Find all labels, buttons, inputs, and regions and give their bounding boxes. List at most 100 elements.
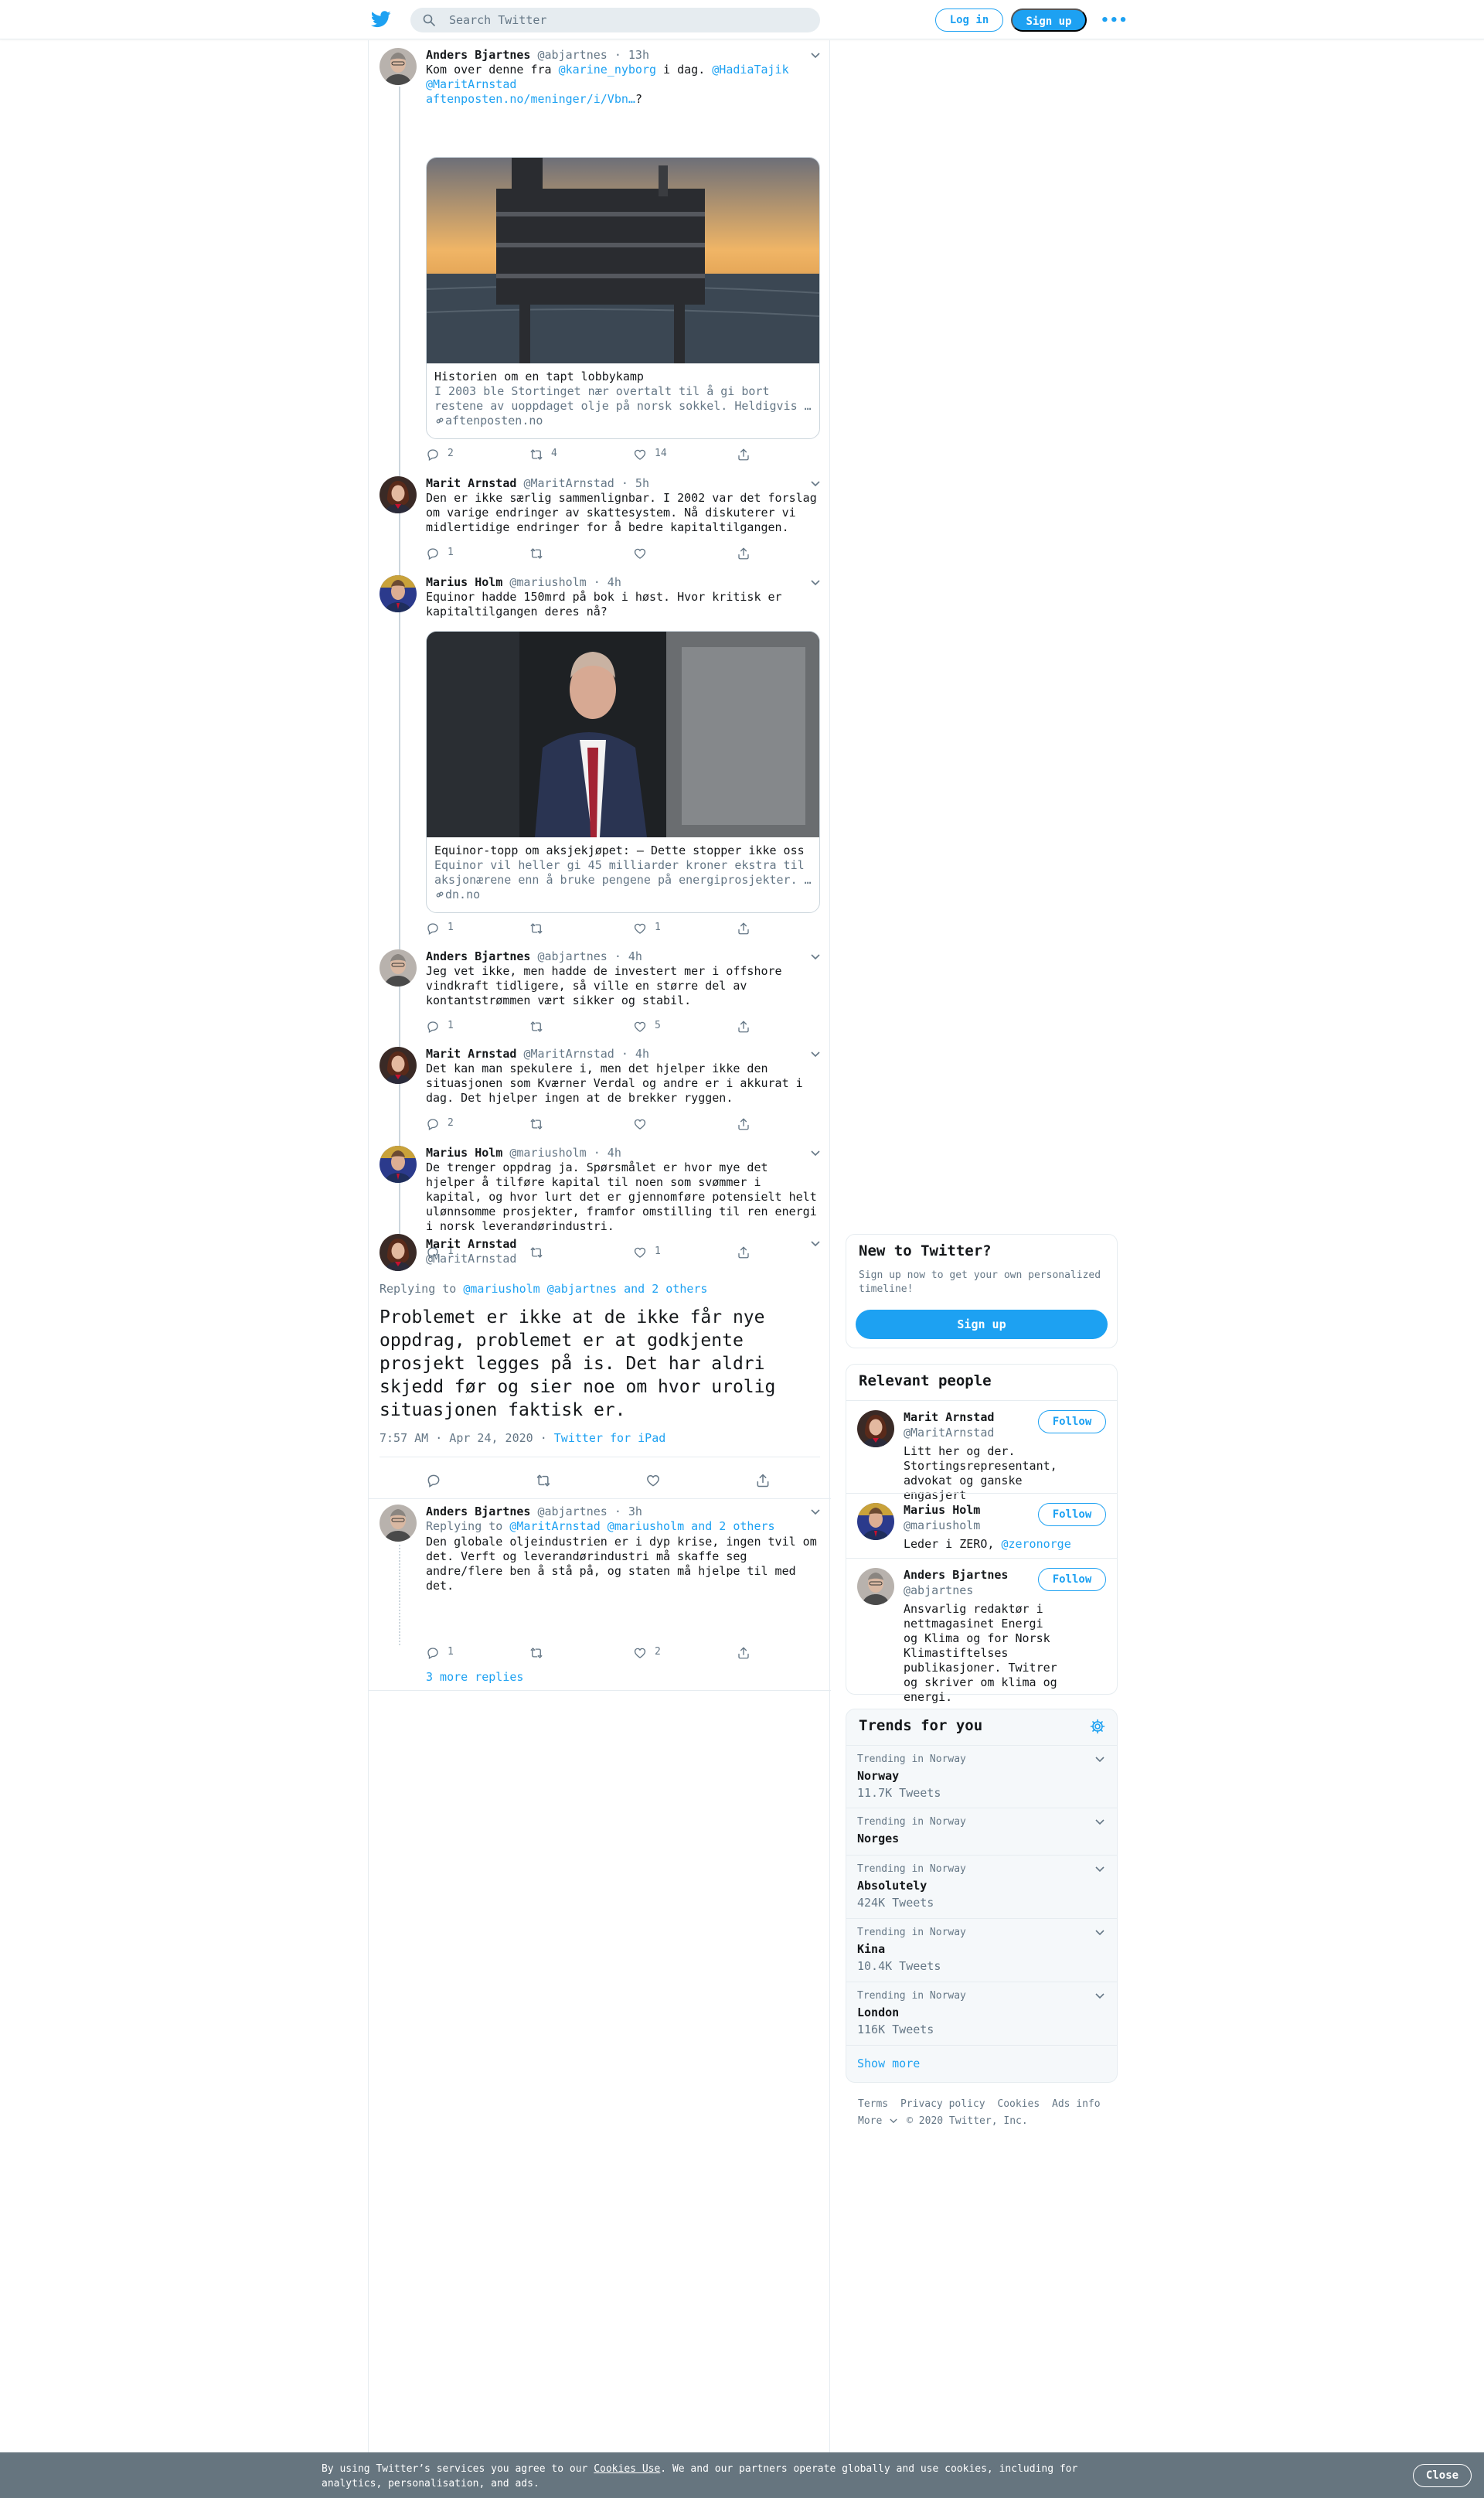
author-name[interactable]: Marit Arnstad [426, 1047, 516, 1061]
avatar[interactable] [380, 1047, 417, 1084]
sidebar-signup-button[interactable]: Sign up [856, 1310, 1108, 1339]
tweet[interactable]: Anders Bjartnes @abjartnes · 13h Kom ove… [369, 48, 831, 435]
tweet-time[interactable]: · 4h [594, 575, 621, 589]
search-box[interactable] [410, 8, 820, 32]
chevron-down-icon[interactable] [1095, 1993, 1104, 1999]
show-more-row[interactable]: Show more [846, 2045, 1117, 2082]
chevron-down-icon[interactable] [811, 481, 820, 487]
avatar[interactable] [857, 1410, 894, 1447]
chevron-down-icon[interactable] [811, 1509, 820, 1515]
tweet-time[interactable]: · 3h [614, 1505, 642, 1518]
person-handle[interactable]: @abjartnes [904, 1583, 973, 1597]
chevron-down-icon[interactable] [811, 1241, 820, 1247]
author-handle[interactable]: @MaritArnstad [426, 1252, 820, 1266]
author-name[interactable]: Anders Bjartnes [426, 1505, 530, 1518]
cookies-use-link[interactable]: Cookies Use [594, 2463, 660, 2475]
trend-item[interactable]: Trending in Norway Norges [846, 1808, 1117, 1855]
person-name[interactable]: Anders Bjartnes [904, 1568, 1008, 1582]
terms-link[interactable]: Terms [858, 2098, 888, 2110]
author-handle[interactable]: @abjartnes [538, 48, 608, 62]
person-handle[interactable]: @MaritArnstad [904, 1426, 994, 1440]
author-name[interactable]: Marius Holm [426, 1146, 502, 1160]
privacy-link[interactable]: Privacy policy [900, 2098, 985, 2110]
chevron-down-icon[interactable] [1095, 1819, 1104, 1825]
tweet[interactable]: Marius Holm @mariusholm · 4h Equinor had… [369, 533, 831, 935]
trend-name[interactable]: London [857, 2006, 899, 2019]
reply-tweet[interactable]: Anders Bjartnes @abjartnes · 3h Replying… [369, 1505, 831, 1684]
person-name[interactable]: Marit Arnstad [904, 1410, 994, 1424]
chevron-down-icon[interactable] [811, 580, 820, 586]
author-handle[interactable]: @MaritArnstad [523, 476, 614, 490]
ads-info-link[interactable]: Ads info [1052, 2098, 1101, 2110]
tweet-time[interactable]: · 13h [614, 48, 649, 62]
trend-name[interactable]: Kina [857, 1942, 885, 1956]
login-button[interactable]: Log in [935, 9, 1003, 32]
link-card[interactable]: Equinor-topp om aksjekjøpet: – Dette sto… [426, 631, 820, 913]
trend-item[interactable]: Trending in Norway Absolutely 424K Tweet… [846, 1855, 1117, 1918]
avatar[interactable] [380, 1505, 417, 1542]
tweet-time[interactable]: · 4h [614, 949, 642, 963]
trend-name[interactable]: Absolutely [857, 1879, 927, 1893]
mention-link[interactable]: @zeronorge [1001, 1537, 1070, 1551]
follow-button[interactable]: Follow [1038, 1410, 1106, 1433]
author-handle[interactable]: @abjartnes [538, 949, 608, 963]
chevron-down-icon[interactable] [1095, 1930, 1104, 1936]
trend-item[interactable]: Trending in Norway Norway 11.7K Tweets [846, 1745, 1117, 1808]
mention-link[interactable]: @HadiaTajik [712, 63, 788, 77]
trend-name[interactable]: Norges [857, 1832, 899, 1845]
trend-item[interactable]: Trending in Norway London 116K Tweets [846, 1982, 1117, 2045]
avatar[interactable] [857, 1568, 894, 1605]
gear-icon[interactable] [1090, 1719, 1105, 1734]
follow-button[interactable]: Follow [1038, 1503, 1106, 1526]
search-input[interactable] [449, 8, 805, 32]
chevron-down-icon[interactable] [1095, 1757, 1104, 1763]
author-name[interactable]: Anders Bjartnes [426, 949, 530, 963]
chevron-down-icon[interactable] [811, 954, 820, 960]
avatar[interactable] [380, 48, 417, 85]
tweet[interactable]: Marit Arnstad @MaritArnstad · 5h Den er … [369, 436, 831, 529]
avatar[interactable] [380, 476, 417, 513]
author-name[interactable]: Marius Holm [426, 575, 502, 589]
author-handle[interactable]: @MaritArnstad [523, 1047, 614, 1061]
tweet-time[interactable]: · 5h [621, 476, 649, 490]
avatar[interactable] [380, 1146, 417, 1183]
chevron-down-icon[interactable] [811, 1051, 820, 1058]
tweet[interactable]: Marit Arnstad @MaritArnstad · 4h Det kan… [369, 1007, 831, 1099]
trend-item[interactable]: Trending in Norway Kina 10.4K Tweets [846, 1918, 1117, 1982]
twitter-logo-icon[interactable] [371, 11, 391, 28]
mention-link[interactable]: @MaritArnstad @mariusholm and 2 others [509, 1519, 774, 1533]
person-handle[interactable]: @mariusholm [904, 1518, 980, 1532]
person-name[interactable]: Marius Holm [904, 1503, 980, 1517]
chevron-down-icon[interactable] [1095, 1866, 1104, 1873]
show-more-link[interactable]: Show more [857, 2057, 920, 2070]
author-name[interactable]: Marit Arnstad [426, 1237, 820, 1251]
avatar[interactable] [857, 1503, 894, 1540]
relevant-person[interactable]: Marius Holm @mariusholm Follow Leder i Z… [846, 1493, 1117, 1558]
author-name[interactable]: Anders Bjartnes [426, 48, 530, 62]
tweet-time[interactable]: · 4h [621, 1047, 649, 1061]
relevant-person[interactable]: Marit Arnstad @MaritArnstad Follow Litt … [846, 1400, 1117, 1502]
more-footer-button[interactable]: More [858, 2115, 897, 2127]
avatar[interactable] [380, 1234, 417, 1271]
close-cookie-button[interactable]: Close [1413, 2464, 1472, 2487]
author-handle[interactable]: @mariusholm [509, 575, 586, 589]
mention-link[interactable]: @MaritArnstad [426, 77, 516, 91]
avatar[interactable] [380, 575, 417, 612]
avatar[interactable] [380, 949, 417, 987]
tweet-time[interactable]: · 4h [594, 1146, 621, 1160]
author-name[interactable]: Marit Arnstad [426, 476, 516, 490]
mention-link[interactable]: @mariusholm @abjartnes and 2 others [463, 1282, 707, 1296]
link-card[interactable]: Historien om en tapt lobbykamp I 2003 bl… [426, 157, 820, 439]
relevant-person[interactable]: Anders Bjartnes @abjartnes Follow Ansvar… [846, 1558, 1117, 1704]
chevron-down-icon[interactable] [811, 1150, 820, 1157]
trend-name[interactable]: Norway [857, 1769, 899, 1783]
follow-button[interactable]: Follow [1038, 1568, 1106, 1591]
chevron-down-icon[interactable] [811, 53, 820, 59]
signup-button[interactable]: Sign up [1011, 9, 1087, 32]
cookies-link[interactable]: Cookies [997, 2098, 1040, 2110]
author-handle[interactable]: @mariusholm [509, 1146, 586, 1160]
url-link[interactable]: aftenposten.no/meninger/i/Vbn… [426, 92, 635, 106]
source-link[interactable]: Twitter for iPad [554, 1431, 666, 1445]
more-options-icon[interactable]: ••• [1101, 12, 1128, 29]
tweet[interactable]: Anders Bjartnes @abjartnes · 4h Jeg vet … [369, 908, 831, 1000]
